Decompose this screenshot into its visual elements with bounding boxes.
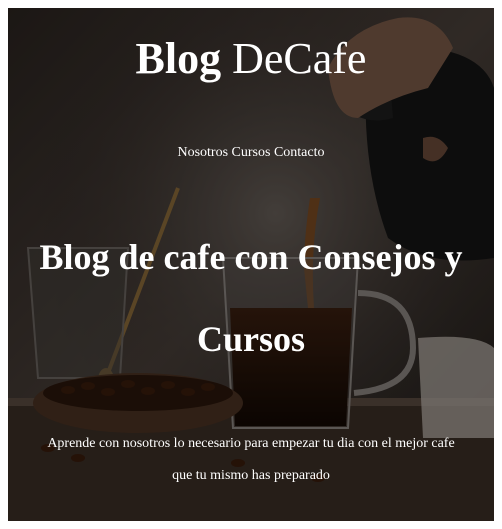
main-nav: Nosotros Cursos Contacto xyxy=(8,144,494,162)
hero-headline: Blog de cafe con Consejos y Cursos xyxy=(39,237,463,359)
hero-content: Blog DeCafe Nosotros Cursos Contacto Blo… xyxy=(8,8,494,521)
site-title-regular: DeCafe xyxy=(232,34,367,83)
nav-link-contacto[interactable]: Contacto xyxy=(274,145,325,160)
nav-link-nosotros[interactable]: Nosotros xyxy=(177,145,228,160)
hero-tagline: Aprende con nosotros lo necesario para e… xyxy=(47,436,455,483)
nav-link-cursos[interactable]: Cursos xyxy=(232,145,271,160)
site-title[interactable]: Blog DeCafe xyxy=(8,34,494,84)
hero-section: Blog DeCafe Nosotros Cursos Contacto Blo… xyxy=(8,8,494,521)
site-title-bold: Blog xyxy=(135,34,222,83)
